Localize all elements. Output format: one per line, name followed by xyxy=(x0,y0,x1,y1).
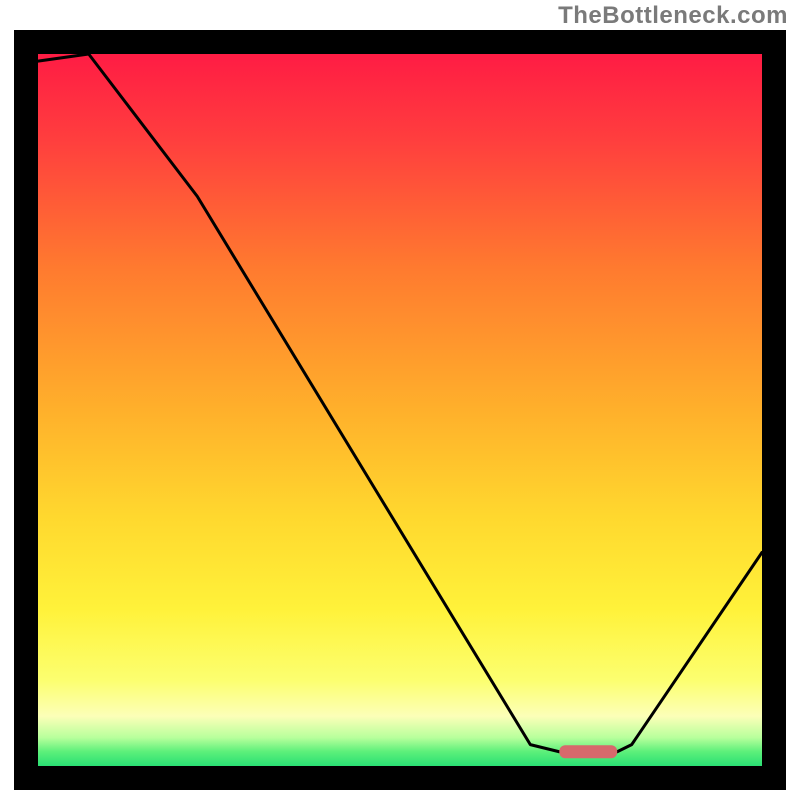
optimal-marker xyxy=(559,745,617,758)
plot-background xyxy=(38,54,762,766)
bottleneck-chart xyxy=(14,30,786,790)
watermark-text: TheBottleneck.com xyxy=(558,2,788,30)
chart-container: TheBottleneck.com xyxy=(0,0,800,800)
